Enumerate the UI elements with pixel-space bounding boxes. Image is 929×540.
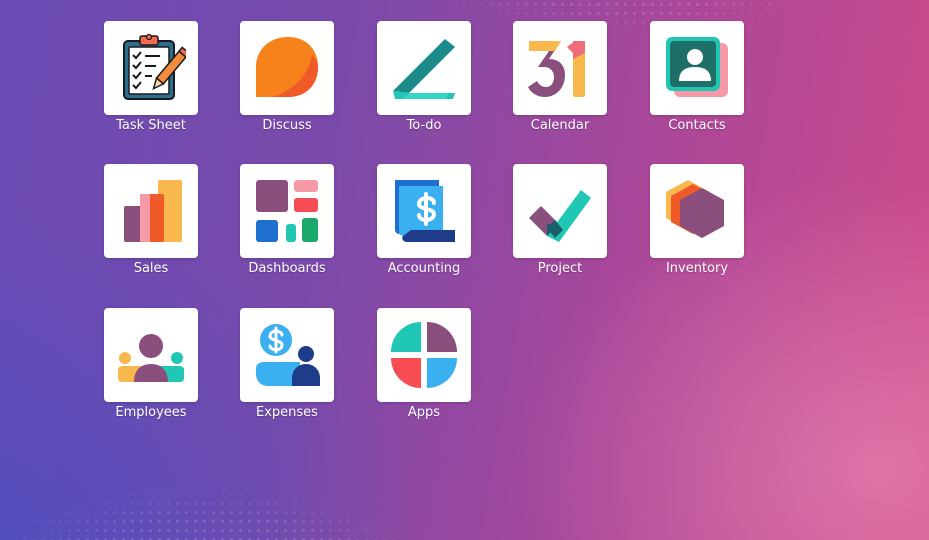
background-dot-pattern-bottom xyxy=(20,490,400,540)
app-apps[interactable]: Apps xyxy=(364,308,484,438)
app-expenses[interactable]: Expenses xyxy=(227,308,347,438)
bar-chart-icon xyxy=(124,180,182,242)
app-project[interactable]: Project xyxy=(500,164,620,294)
app-tile[interactable] xyxy=(104,308,198,402)
app-label: Inventory xyxy=(665,261,729,276)
app-label: Contacts xyxy=(668,118,726,133)
dollar-document-icon xyxy=(395,180,455,242)
checkmark-icon xyxy=(529,190,591,242)
app-sales[interactable]: Sales xyxy=(91,164,211,294)
hexagon-box-icon xyxy=(666,180,724,238)
app-label: Task Sheet xyxy=(116,118,186,133)
app-label: Sales xyxy=(133,261,169,276)
app-tile[interactable] xyxy=(377,21,471,115)
dollar-person-icon xyxy=(256,324,320,386)
calendar-31-icon xyxy=(528,41,585,97)
app-label: Employees xyxy=(115,405,187,420)
four-quadrant-circle-icon xyxy=(391,322,457,388)
app-tile[interactable] xyxy=(650,21,744,115)
app-tile[interactable] xyxy=(513,164,607,258)
app-to-do[interactable]: To-do xyxy=(364,21,484,151)
app-employees[interactable]: Employees xyxy=(91,308,211,438)
app-label: Project xyxy=(537,261,583,276)
app-calendar[interactable]: Calendar xyxy=(500,21,620,151)
app-tile[interactable] xyxy=(104,21,198,115)
app-label: To-do xyxy=(406,118,442,133)
app-label: Calendar xyxy=(530,118,590,133)
app-label: Discuss xyxy=(262,118,312,133)
app-accounting[interactable]: Accounting xyxy=(364,164,484,294)
app-dashboards[interactable]: Dashboards xyxy=(227,164,347,294)
app-discuss[interactable]: Discuss xyxy=(227,21,347,151)
app-inventory[interactable]: Inventory xyxy=(637,164,757,294)
app-label: Apps xyxy=(407,405,441,420)
app-tile[interactable] xyxy=(240,308,334,402)
app-tile[interactable] xyxy=(240,164,334,258)
app-contacts[interactable]: Contacts xyxy=(637,21,757,151)
contact-card-icon xyxy=(666,37,728,97)
app-tile[interactable] xyxy=(104,164,198,258)
dashboard-grid-icon xyxy=(256,180,318,242)
app-tile[interactable] xyxy=(377,308,471,402)
people-group-icon xyxy=(118,334,184,382)
app-tile[interactable] xyxy=(240,21,334,115)
app-task-sheet[interactable]: Task Sheet xyxy=(91,21,211,151)
app-tile[interactable] xyxy=(650,164,744,258)
app-label: Dashboards xyxy=(248,261,326,276)
app-tile[interactable] xyxy=(513,21,607,115)
app-tile[interactable] xyxy=(377,164,471,258)
chat-bubble-icon xyxy=(256,37,318,97)
clipboard-checklist-icon xyxy=(123,33,186,100)
app-label: Accounting xyxy=(387,261,461,276)
todo-check-icon xyxy=(393,39,455,99)
app-label: Expenses xyxy=(256,405,318,420)
